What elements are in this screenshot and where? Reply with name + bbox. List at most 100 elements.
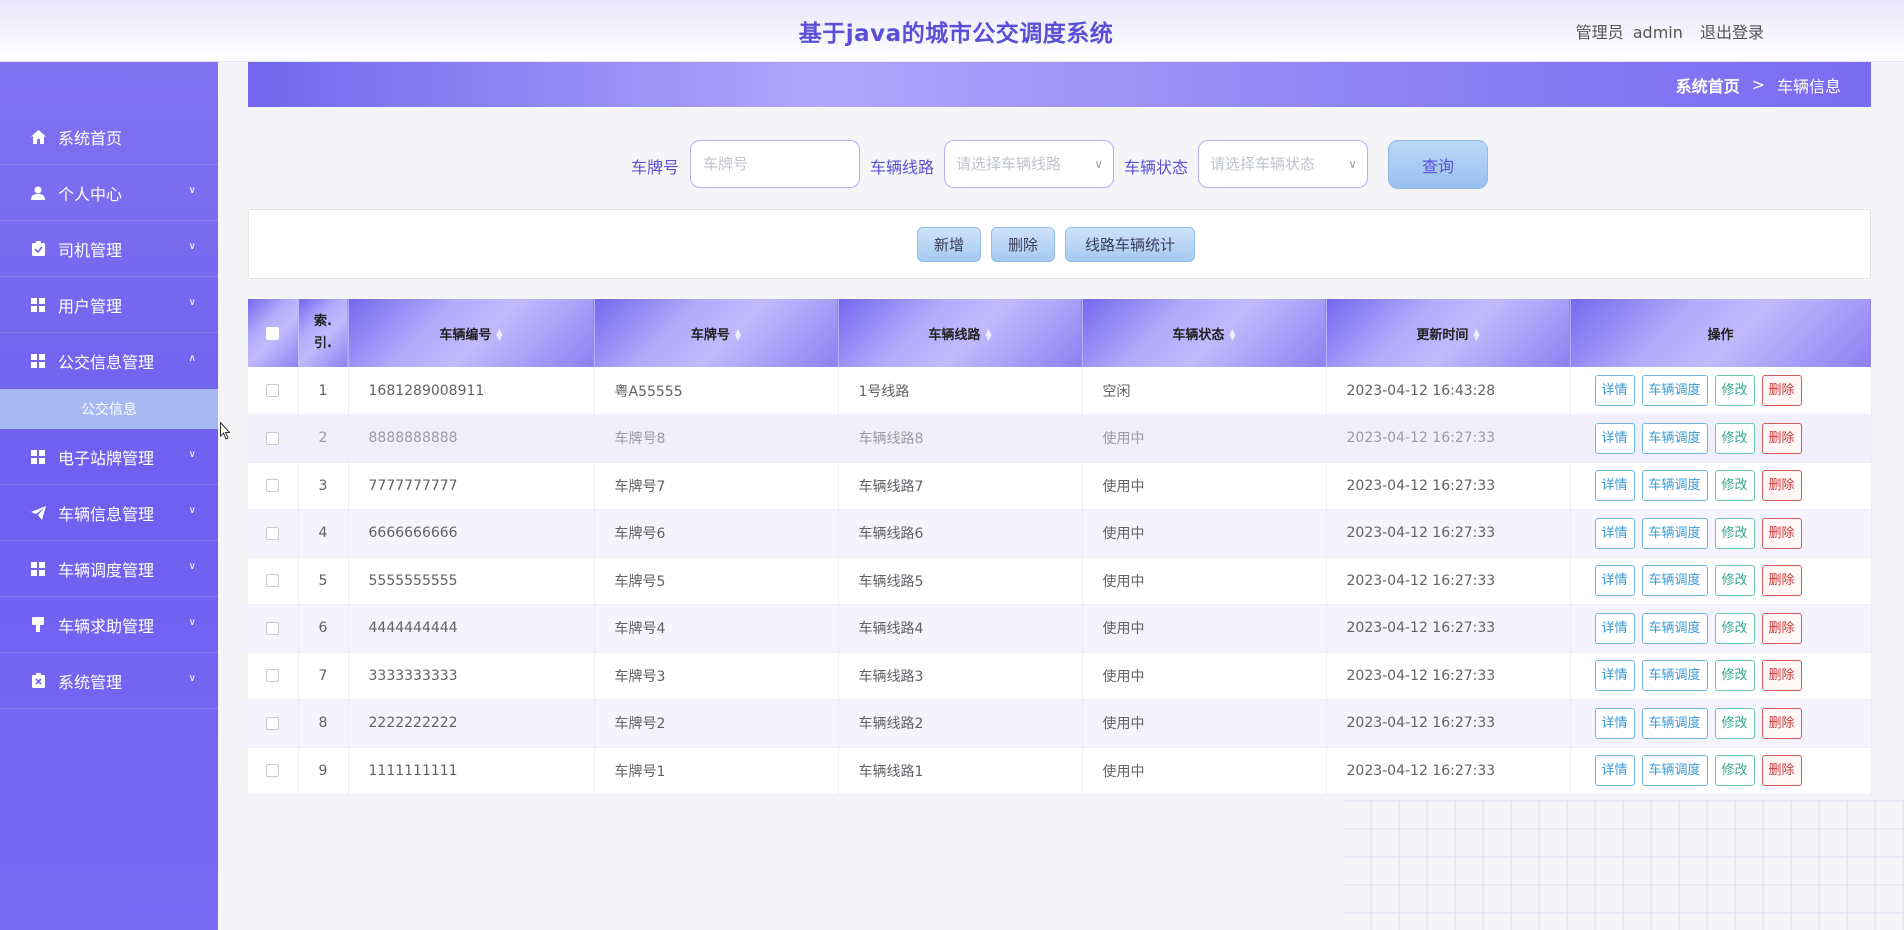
dispatch-button[interactable]: 车辆调度 [1641,755,1708,787]
detail-button[interactable]: 详情 [1594,470,1635,502]
delete-button[interactable]: 删除 [1761,565,1802,597]
cell-status: 使用中 [1082,509,1327,558]
sort-icon[interactable]: ▲ ▼ [496,328,502,342]
sort-icon[interactable]: ▲ ▼ [735,328,741,342]
row-checkbox[interactable] [266,764,280,778]
edit-button[interactable]: 修改 [1714,707,1755,739]
delete-button[interactable]: 删除 [1761,755,1802,787]
cell-status: 使用中 [1082,652,1327,700]
sidebar-item-bus-info[interactable]: 公交信息管理 ∧ [0,333,218,389]
sidebar-item-e-signs[interactable]: 电子站牌管理 ∨ [0,429,218,485]
search-form: 车牌号 车辆线路 请选择车辆线路 ∨ 车辆状态 请选择车辆状态 ∨ 查询 [0,140,1904,189]
detail-button[interactable]: 详情 [1594,517,1635,549]
cell-ops: 详情 车辆调度 修改 删除 [1570,604,1872,653]
edit-button[interactable]: 修改 [1714,517,1755,549]
header-route[interactable]: 车辆线路 ▲ ▼ [838,299,1083,367]
logout-link[interactable]: 退出登录 [1700,23,1764,42]
row-checkbox[interactable] [266,716,280,730]
header-vehicle-no[interactable]: 车辆编号 ▲ ▼ [348,299,595,367]
user-role: 管理员 [1575,23,1624,42]
delete-button[interactable]: 删除 [1761,422,1802,454]
sidebar-item-users[interactable]: 用户管理 ∨ [0,277,218,333]
row-checkbox-cell [248,367,299,415]
row-index: 5 [298,557,349,605]
grid-icon [30,353,46,369]
table-row: 8 2222222222 车牌号2 车辆线路2 使用中 2023-04-12 16:27:… [248,699,1872,748]
detail-button[interactable]: 详情 [1594,565,1635,597]
edit-button[interactable]: 修改 [1714,470,1755,502]
edit-button[interactable]: 修改 [1714,375,1755,406]
route-stats-button[interactable]: 线路车辆统计 [1065,227,1195,262]
add-button[interactable]: 新增 [917,227,981,262]
query-button[interactable]: 查询 [1388,140,1488,189]
detail-button[interactable]: 详情 [1594,422,1635,454]
sidebar-item-label: 司机管理 [58,240,123,260]
header-ops: 操作 [1570,299,1872,367]
dispatch-button[interactable]: 车辆调度 [1641,517,1708,549]
edit-button[interactable]: 修改 [1714,660,1755,692]
row-checkbox-cell [248,652,299,700]
row-checkbox[interactable] [266,384,280,397]
sidebar-subitem-bus-info[interactable]: 公交信息 [0,389,218,429]
detail-button[interactable]: 详情 [1594,707,1635,739]
sidebar-item-help[interactable]: 车辆求助管理 ∨ [0,597,218,653]
dispatch-button[interactable]: 车辆调度 [1641,707,1708,739]
delete-button[interactable]: 删除 [1761,470,1802,502]
edit-button[interactable]: 修改 [1714,755,1755,787]
sidebar-item-drivers[interactable]: 司机管理 ∨ [0,221,218,277]
detail-button[interactable]: 详情 [1594,755,1635,787]
header-plate[interactable]: 车牌号 ▲ ▼ [594,299,839,367]
dispatch-button[interactable]: 车辆调度 [1641,422,1708,454]
delete-button[interactable]: 删除 [1761,612,1802,644]
route-select-placeholder: 请选择车辆线路 [956,155,1062,173]
row-checkbox[interactable] [266,669,280,683]
dispatch-button[interactable]: 车辆调度 [1641,660,1708,692]
route-select[interactable]: 请选择车辆线路 ∨ [944,140,1114,188]
detail-button[interactable]: 详情 [1594,612,1635,644]
cell-vehicle-no: 5555555555 [348,557,595,605]
row-checkbox[interactable] [266,526,280,540]
dispatch-button[interactable]: 车辆调度 [1641,375,1708,406]
sidebar-item-vehicle-info[interactable]: 车辆信息管理 ∨ [0,485,218,541]
select-all-checkbox[interactable] [266,326,280,340]
breadcrumb-home[interactable]: 系统首页 [1676,73,1740,97]
delete-button[interactable]: 删除 [1761,375,1802,406]
sidebar-item-dispatch[interactable]: 车辆调度管理 ∨ [0,541,218,597]
row-checkbox[interactable] [266,431,280,445]
delete-button[interactable]: 删除 [1761,707,1802,739]
breadcrumb-current: 车辆信息 [1776,76,1841,96]
row-checkbox[interactable] [266,621,280,635]
delete-button[interactable]: 删除 [1761,660,1802,692]
cell-route: 车辆线路6 [838,509,1083,558]
edit-button[interactable]: 修改 [1714,565,1755,597]
row-checkbox[interactable] [266,479,280,493]
header-label: 车辆编号 [439,327,492,343]
detail-button[interactable]: 详情 [1594,375,1635,406]
status-select[interactable]: 请选择车辆状态 ∨ [1198,140,1368,188]
sidebar-item-label: 系统管理 [58,672,123,692]
header-index-line2: 引. [314,336,332,351]
detail-button[interactable]: 详情 [1594,660,1635,692]
chevron-down-icon: ∨ [188,241,196,252]
user-area: 管理员 admin 退出登录 [1568,19,1764,43]
cell-updated: 2023-04-12 16:27:33 [1326,604,1571,653]
batch-delete-button[interactable]: 删除 [991,227,1055,262]
sort-icon[interactable]: ▲ ▼ [1473,328,1479,342]
header-status[interactable]: 车辆状态 ▲ ▼ [1082,299,1327,367]
row-checkbox[interactable] [266,574,280,588]
sort-icon[interactable]: ▲ ▼ [985,328,991,342]
cell-route: 车辆线路7 [838,462,1083,510]
dispatch-button[interactable]: 车辆调度 [1641,470,1708,502]
mouse-cursor-icon [220,422,230,440]
delete-button[interactable]: 删除 [1761,517,1802,549]
edit-button[interactable]: 修改 [1714,612,1755,644]
plate-search-input[interactable] [690,140,860,188]
edit-button[interactable]: 修改 [1714,422,1755,454]
header-checkbox-cell [248,299,299,367]
sort-icon[interactable]: ▲ ▼ [1229,328,1235,342]
dispatch-button[interactable]: 车辆调度 [1641,565,1708,597]
dispatch-button[interactable]: 车辆调度 [1641,612,1708,644]
header-updated[interactable]: 更新时间 ▲ ▼ [1326,299,1571,367]
sidebar-item-system[interactable]: 系统管理 ∨ [0,653,218,709]
row-index: 3 [298,462,349,510]
